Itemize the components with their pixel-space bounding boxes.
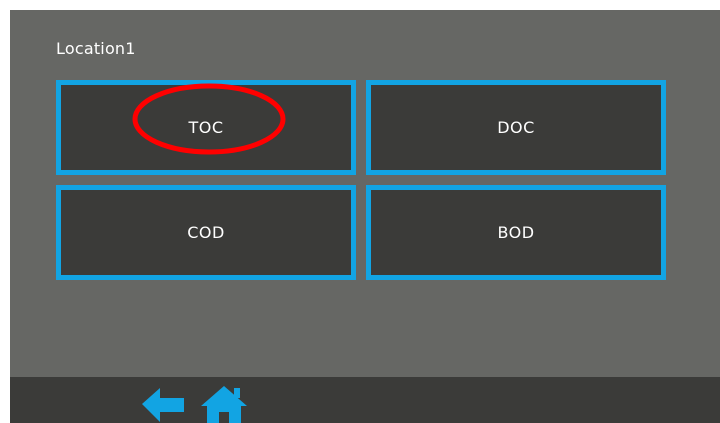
tile-doc-button[interactable]: DOC — [366, 80, 666, 175]
tile-cod-label: COD — [187, 223, 225, 242]
home-icon — [201, 386, 247, 423]
home-button[interactable] — [201, 386, 247, 423]
location-screen: Location1 TOC DOC COD BOD — [10, 10, 720, 423]
tile-doc-label: DOC — [497, 118, 535, 137]
back-arrow-icon — [142, 388, 184, 422]
tile-toc-button[interactable]: TOC — [56, 80, 356, 175]
bottom-nav-bar — [10, 377, 720, 423]
back-button[interactable] — [140, 386, 186, 423]
tile-toc-label: TOC — [188, 118, 224, 137]
tile-bod-button[interactable]: BOD — [366, 185, 666, 280]
tile-bod-label: BOD — [497, 223, 535, 242]
location-title: Location1 — [56, 39, 136, 58]
tile-cod-button[interactable]: COD — [56, 185, 356, 280]
